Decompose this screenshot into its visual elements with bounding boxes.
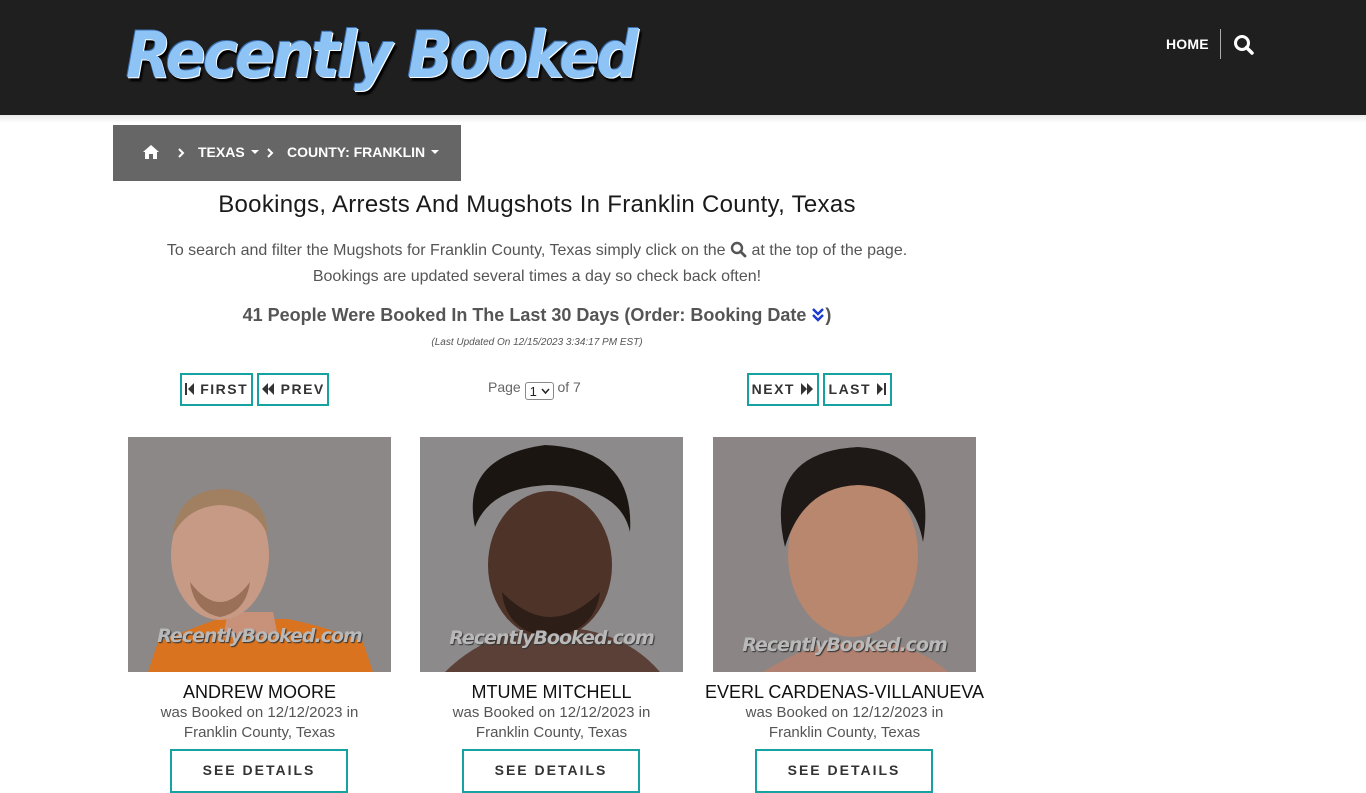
nav-divider [1220,29,1221,59]
page-title: Bookings, Arrests And Mugshots In Frankl… [218,191,856,218]
prev-page-button[interactable]: PREV [257,373,329,406]
booking-location-text: Franklin County, Texas [768,724,921,741]
page-select[interactable]: 1 [524,382,554,400]
breadcrumb-county-label: COUNTY: FRANKLIN [287,144,426,160]
mugshot-image[interactable]: RecentlyBooked.com [713,437,976,672]
person-name[interactable]: EVERL CARDENAS-VILLANUEVA [693,682,996,703]
booking-location-text: Franklin County, Texas [183,724,336,741]
first-page-label: FIRST [200,381,249,397]
page-total: of 7 [557,379,581,395]
booking-info: was Booked on 12/12/2023 in Franklin Cou… [693,703,996,743]
next-page-button[interactable]: NEXT [747,373,819,406]
chevron-down-icon [541,388,550,394]
last-updated: (Last Updated On 12/15/2023 3:34:17 PM E… [431,337,643,348]
image-watermark: RecentlyBooked.com [742,634,948,656]
booking-date-text: was Booked on 12/12/2023 in [745,704,944,721]
first-page-button[interactable]: FIRST [180,373,253,406]
page-indicator: Page 1 of 7 [488,379,581,400]
search-icon[interactable] [1233,34,1255,56]
breadcrumb: TEXAS COUNTY: FRANKLIN [113,125,461,181]
see-details-button[interactable]: SEE DETAILS [755,749,933,793]
breadcrumb-county-dropdown[interactable]: COUNTY: FRANKLIN [287,144,440,160]
intro-text: To search and filter the Mugshots for Fr… [113,238,961,290]
skip-end-icon [877,383,887,395]
booking-card: RecentlyBooked.com ANDREW MOORE was Book… [128,437,391,793]
last-page-label: LAST [828,381,872,397]
booking-location-text: Franklin County, Texas [475,724,628,741]
intro-text-before: To search and filter the Mugshots for Fr… [166,242,726,259]
image-watermark: RecentlyBooked.com [449,627,655,649]
see-details-button[interactable]: SEE DETAILS [462,749,640,793]
person-name[interactable]: ANDREW MOORE [108,682,411,703]
skip-start-icon [184,383,194,395]
home-icon[interactable] [142,144,160,160]
page-label: Page [488,379,521,395]
site-logo[interactable]: Recently Booked [126,18,639,94]
see-details-button[interactable]: SEE DETAILS [170,749,348,793]
search-icon [730,241,747,258]
prev-page-label: PREV [280,381,325,397]
breadcrumb-state-label: TEXAS [198,144,245,160]
mugshot-image[interactable]: RecentlyBooked.com [420,437,683,672]
booking-date-text: was Booked on 12/12/2023 in [160,704,359,721]
next-page-label: NEXT [751,381,795,397]
backward-icon [262,383,275,395]
image-watermark: RecentlyBooked.com [157,625,363,647]
forward-icon [801,383,814,395]
booking-count-close: ) [825,305,832,325]
booking-card: RecentlyBooked.com MTUME MITCHELL was Bo… [420,437,683,793]
chevron-right-icon [266,146,274,158]
mugshot-image[interactable]: RecentlyBooked.com [128,437,391,672]
intro-text-line2: Bookings are updated several times a day… [312,268,762,285]
page-select-value: 1 [529,384,537,399]
person-name[interactable]: MTUME MITCHELL [400,682,703,703]
intro-text-after: at the top of the page. [751,242,908,259]
booking-date-text: was Booked on 12/12/2023 in [452,704,651,721]
last-page-button[interactable]: LAST [823,373,892,406]
booking-info: was Booked on 12/12/2023 in Franklin Cou… [400,703,703,743]
caret-down-icon [250,150,259,154]
site-header: Recently Booked HOME [0,0,1366,115]
booking-count-text: 41 People Were Booked In The Last 30 Day… [242,305,807,325]
booking-info: was Booked on 12/12/2023 in Franklin Cou… [108,703,411,743]
sort-order-icon[interactable] [811,307,825,323]
booking-count: 41 People Were Booked In The Last 30 Day… [113,305,961,326]
booking-card: RecentlyBooked.com EVERL CARDENAS-VILLAN… [705,437,984,793]
nav-home-link[interactable]: HOME [1166,36,1209,52]
header-shadow [0,115,1366,123]
caret-down-icon [431,150,440,154]
breadcrumb-state-dropdown[interactable]: TEXAS [198,144,259,160]
chevron-right-icon [177,146,185,158]
